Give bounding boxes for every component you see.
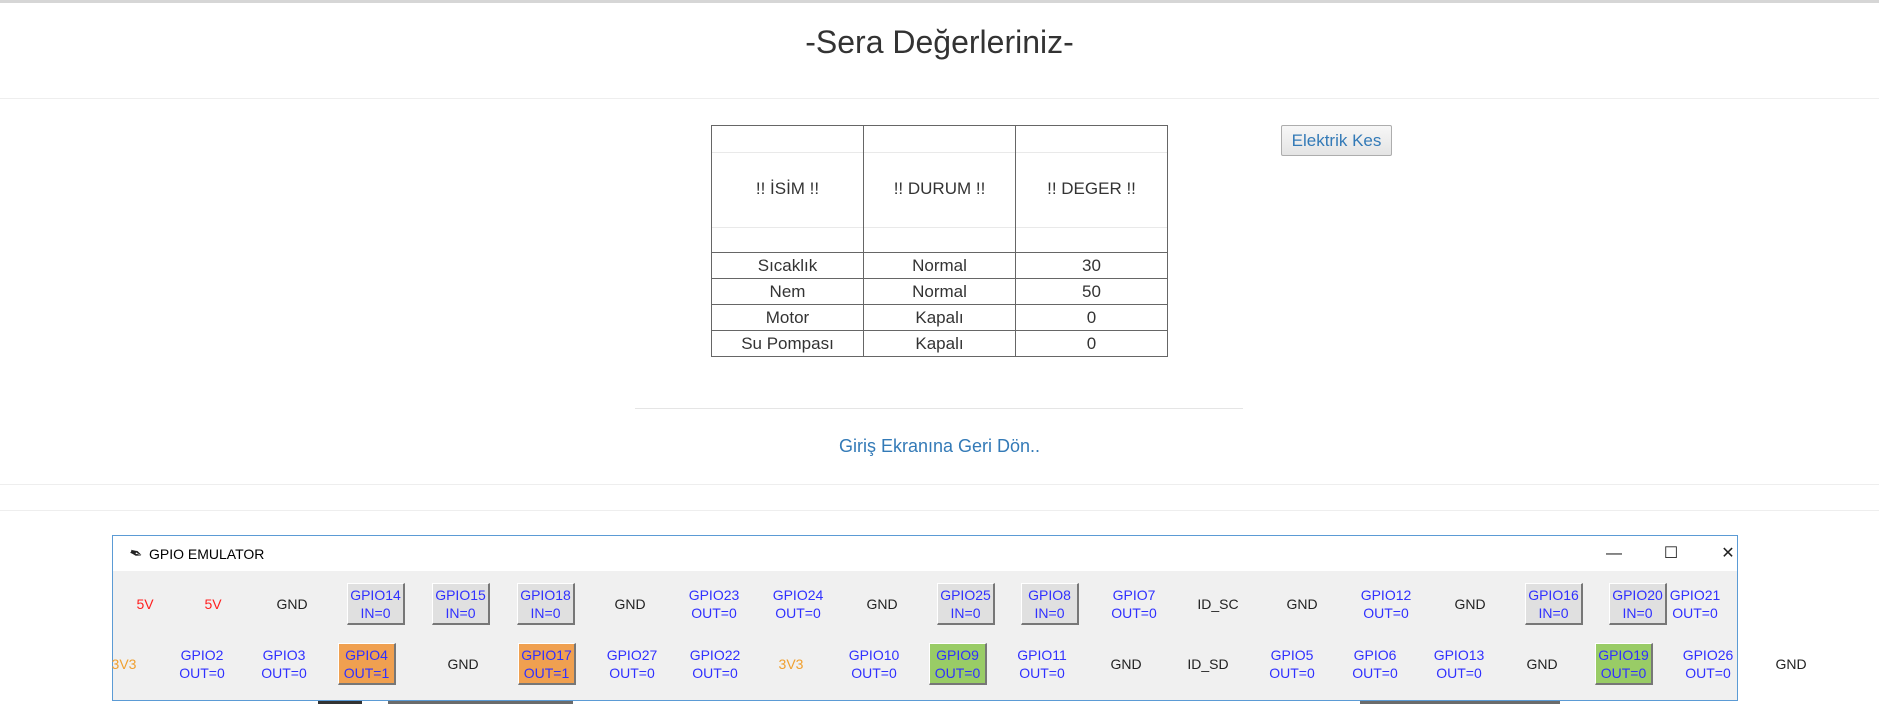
gpio-pin-gpio5: GPIO5 OUT=0 — [1269, 647, 1315, 681]
gpio-pin-gpio23: GPIO23 OUT=0 — [688, 587, 740, 621]
divider — [0, 484, 1879, 485]
gpio-pin-gpio6: GPIO6 OUT=0 — [1352, 647, 1398, 681]
gpio-emulator-window: ✒ GPIO EMULATOR — ☐ ✕ 5V 5V GND GPIO14 IN=0 G… — [112, 535, 1807, 701]
table-cell: 50 — [1015, 278, 1168, 305]
table-cell: Nem — [711, 278, 864, 305]
gpio-pin-gnd: GND — [1286, 596, 1318, 612]
gpio-pin-gpio4[interactable]: GPIO4 OUT=1 — [338, 643, 396, 685]
gpio-pin-3v3: 3V3 — [778, 656, 804, 672]
maximize-icon[interactable]: ☐ — [1648, 536, 1694, 571]
gpio-pin-gpio2: GPIO2 OUT=0 — [179, 647, 225, 681]
gpio-pin-gpio3: GPIO3 OUT=0 — [261, 647, 307, 681]
gpio-pin-gpio24: GPIO24 OUT=0 — [772, 587, 824, 621]
table-cell: 0 — [1015, 304, 1168, 331]
gpio-pin-gpio13: GPIO13 OUT=0 — [1433, 647, 1485, 681]
gpio-pin-gpio25[interactable]: GPIO25 IN=0 — [937, 583, 995, 625]
table-cell: Sıcaklık — [711, 252, 864, 279]
close-icon[interactable]: ✕ — [1705, 536, 1751, 571]
page-title: -Sera Değerleriniz- — [805, 24, 1074, 60]
gpio-pin-gpio9[interactable]: GPIO9 OUT=0 — [929, 643, 987, 685]
table-header-cell: !! DEGER !! — [1015, 125, 1168, 253]
gpio-pin-gpio7: GPIO7 OUT=0 — [1111, 587, 1157, 621]
gpio-pin-gpio21: GPIO21 OUT=0 — [1669, 587, 1721, 621]
divider — [0, 98, 1879, 99]
gpio-pin-3v3: 3V3 — [111, 656, 137, 672]
table-row: Su Pompası Kapalı 0 — [711, 330, 1168, 357]
gpio-pin-gnd: GND — [276, 596, 308, 612]
table-header-cell: !! DURUM !! — [863, 125, 1016, 253]
table-cell: 0 — [1015, 330, 1168, 357]
gpio-pin-gnd: GND — [1526, 656, 1558, 672]
feather-icon: ✒ — [126, 544, 145, 565]
gpio-pin-gpio8[interactable]: GPIO8 IN=0 — [1021, 583, 1079, 625]
gpio-pin-gnd: GND — [1110, 656, 1142, 672]
gpio-pin-gpio20[interactable]: GPIO20 IN=0 — [1609, 583, 1667, 625]
table-row: Sıcaklık Normal 30 — [711, 252, 1168, 279]
minimize-icon[interactable]: — — [1591, 536, 1637, 571]
gpio-pin-gnd: GND — [614, 596, 646, 612]
gpio-pin-gpio17[interactable]: GPIO17 OUT=1 — [518, 643, 576, 685]
gpio-pin-gpio14[interactable]: GPIO14 IN=0 — [347, 583, 405, 625]
gpio-pin-gpio11: GPIO11 OUT=0 — [1017, 647, 1067, 681]
table-header-row: !! İSİM !! !! DURUM !! !! DEGER !! — [711, 125, 1168, 253]
gpio-pin-gnd: GND — [866, 596, 898, 612]
top-border — [0, 0, 1879, 3]
gpio-pin-gpio10: GPIO10 OUT=0 — [848, 647, 900, 681]
gpio-pin-id-sc: ID_SC — [1197, 596, 1239, 612]
gpio-pin-gpio27: GPIO27 OUT=0 — [606, 647, 658, 681]
values-table: !! İSİM !! !! DURUM !! !! DEGER !! Sıcak… — [711, 125, 1168, 357]
gpio-pin-gnd: GND — [1775, 656, 1807, 672]
table-row: Motor Kapalı 0 — [711, 304, 1168, 331]
gpio-pin-gpio22: GPIO22 OUT=0 — [689, 647, 741, 681]
back-link[interactable]: Giriş Ekranına Geri Dön.. — [0, 436, 1879, 457]
gpio-pin-gnd: GND — [447, 656, 479, 672]
gpio-pin-5v: 5V — [204, 596, 222, 612]
table-cell: 30 — [1015, 252, 1168, 279]
divider — [0, 510, 1879, 511]
gpio-pin-gpio15[interactable]: GPIO15 IN=0 — [432, 583, 490, 625]
gpio-pin-gpio16[interactable]: GPIO16 IN=0 — [1525, 583, 1583, 625]
gpio-pin-gpio18[interactable]: GPIO18 IN=0 — [517, 583, 575, 625]
gpio-pin-gpio19[interactable]: GPIO19 OUT=0 — [1595, 643, 1653, 685]
gpio-pin-gpio26: GPIO26 OUT=0 — [1682, 647, 1734, 681]
table-cell: Normal — [863, 252, 1016, 279]
window-title: GPIO EMULATOR — [149, 546, 265, 562]
elektrik-kes-button[interactable]: Elektrik Kes — [1281, 125, 1392, 156]
gpio-pin-id-sd: ID_SD — [1187, 656, 1229, 672]
table-header-cell: !! İSİM !! — [711, 125, 864, 253]
gpio-pin-5v: 5V — [136, 596, 154, 612]
window-titlebar[interactable]: ✒ GPIO EMULATOR — ☐ ✕ — [113, 536, 1737, 571]
table-row: Nem Normal 50 — [711, 278, 1168, 305]
table-cell: Kapalı — [863, 304, 1016, 331]
gpio-pin-gpio12: GPIO12 OUT=0 — [1360, 587, 1412, 621]
table-cell: Kapalı — [863, 330, 1016, 357]
table-cell: Normal — [863, 278, 1016, 305]
table-cell: Su Pompası — [711, 330, 864, 357]
table-cell: Motor — [711, 304, 864, 331]
divider — [635, 408, 1243, 409]
gpio-pin-gnd: GND — [1454, 596, 1486, 612]
